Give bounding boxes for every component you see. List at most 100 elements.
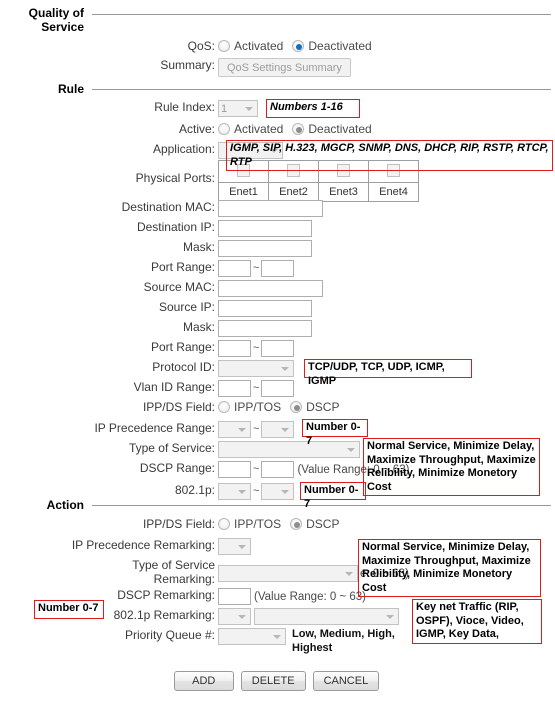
active-activated-radio[interactable]: Activated bbox=[218, 122, 283, 136]
dscp-remarking-input[interactable] bbox=[218, 588, 251, 605]
destination-ip-input[interactable] bbox=[218, 220, 312, 237]
dscp-remarking-label: DSCP Remarking: bbox=[117, 588, 215, 602]
physical-ports-label: Physical Ports: bbox=[135, 171, 215, 185]
dot1p-remarking-label: 802.1p Remarking: bbox=[113, 608, 215, 622]
dscp-from-input[interactable] bbox=[218, 461, 251, 478]
dot1p-remarking-number-select[interactable] bbox=[218, 608, 251, 625]
add-button[interactable]: ADD bbox=[173, 671, 234, 691]
source-mask-input[interactable] bbox=[218, 320, 312, 337]
section-header-action: Action bbox=[0, 498, 553, 512]
annotation-dot1p-remarking-traffic: Key net Traffic (RIP, OSPF), Vioce, Vide… bbox=[412, 599, 542, 644]
annotation-dot1p: Number 0-7 bbox=[300, 482, 366, 510]
vlan-id-to-input[interactable] bbox=[261, 380, 295, 397]
delete-button[interactable]: DELETE bbox=[240, 671, 306, 691]
annotation-protocol-id: TCP/UDP, TCP, UDP, ICMP, IGMP bbox=[304, 359, 472, 387]
dot1p-remarking-select[interactable] bbox=[254, 608, 399, 625]
rule-dscp-radio[interactable]: DSCP bbox=[290, 400, 339, 414]
section-divider bbox=[92, 14, 551, 15]
action-ipp-tos-label: IPP/TOS bbox=[234, 517, 282, 531]
type-of-service-remarking-select[interactable] bbox=[218, 565, 358, 582]
section-title-quality-of-service: Quality of Service bbox=[28, 6, 84, 34]
qos-activated-radio[interactable]: Activated bbox=[218, 39, 283, 53]
destination-mac-input[interactable] bbox=[218, 200, 323, 217]
range-separator: ~ bbox=[253, 382, 260, 394]
ip-precedence-to-select[interactable] bbox=[261, 421, 295, 438]
range-separator: ~ bbox=[253, 463, 260, 475]
annotation-ip-precedence-range: Number 0-7 bbox=[302, 419, 368, 447]
destination-mac-label: Destination MAC: bbox=[121, 200, 215, 214]
chevron-down-icon bbox=[345, 571, 353, 576]
protocol-id-select[interactable] bbox=[218, 360, 294, 377]
row-destination-port-range: Port Range: ~ bbox=[0, 260, 553, 277]
radio-circle-selected-icon bbox=[290, 518, 303, 530]
qos-deactivated-radio[interactable]: Deactivated bbox=[292, 39, 372, 53]
action-ipp-ds-field-label: IPP/DS Field: bbox=[142, 517, 215, 531]
destination-mask-input[interactable] bbox=[218, 240, 312, 257]
source-ip-label: Source IP: bbox=[158, 300, 215, 314]
annotation-dot1p-remarking-number: Number 0-7 bbox=[34, 600, 104, 619]
rule-ipp-tos-label: IPP/TOS bbox=[234, 400, 282, 414]
radio-circle-selected-icon bbox=[290, 401, 303, 413]
qos-settings-summary-button[interactable]: QoS Settings Summary bbox=[218, 58, 351, 77]
radio-circle-selected-icon bbox=[292, 40, 305, 52]
type-of-service-select[interactable] bbox=[218, 441, 360, 458]
active-label: Active: bbox=[178, 122, 215, 136]
form-action-buttons: ADD DELETE CANCEL bbox=[0, 671, 553, 691]
qos-label: QoS: bbox=[187, 39, 215, 53]
source-ip-input[interactable] bbox=[218, 300, 312, 317]
priority-queue-label: Priority Queue #: bbox=[124, 628, 215, 642]
chevron-down-icon bbox=[281, 489, 290, 494]
row-source-mask: Mask: bbox=[0, 320, 553, 337]
destination-port-range-label: Port Range: bbox=[150, 260, 215, 274]
physical-port-label-cell: Enet4 bbox=[368, 182, 419, 202]
rule-ipp-tos-radio[interactable]: IPP/TOS bbox=[218, 400, 281, 414]
ip-precedence-from-select[interactable] bbox=[218, 421, 251, 438]
action-dscp-radio[interactable]: DSCP bbox=[290, 517, 339, 531]
section-divider bbox=[92, 89, 551, 90]
radio-circle-icon bbox=[218, 518, 230, 530]
chevron-down-icon bbox=[245, 106, 253, 111]
rule-index-value: 1 bbox=[221, 102, 228, 115]
destination-mask-label: Mask: bbox=[182, 240, 215, 254]
action-ipp-tos-radio[interactable]: IPP/TOS bbox=[218, 517, 281, 531]
ip-precedence-range-label: IP Precedence Range: bbox=[94, 421, 215, 435]
dscp-remarking-value-range-hint: (Value Range: 0 ~ 63) bbox=[254, 590, 366, 603]
qos-deactivated-label: Deactivated bbox=[308, 39, 372, 53]
source-port-from-input[interactable] bbox=[218, 340, 251, 357]
section-title-rule: Rule bbox=[57, 82, 84, 96]
chevron-down-icon bbox=[386, 614, 394, 619]
radio-circle-icon bbox=[218, 123, 230, 135]
chevron-down-icon bbox=[238, 427, 246, 432]
chevron-down-icon bbox=[273, 634, 281, 639]
row-vlan-id-range: Vlan ID Range: ~ bbox=[0, 380, 553, 397]
chevron-down-icon bbox=[238, 614, 246, 619]
range-separator: ~ bbox=[253, 342, 260, 354]
source-port-to-input[interactable] bbox=[261, 340, 295, 357]
vlan-id-from-input[interactable] bbox=[218, 380, 251, 397]
active-deactivated-radio[interactable]: Deactivated bbox=[292, 122, 372, 136]
destination-ip-label: Destination IP: bbox=[136, 220, 215, 234]
dscp-to-input[interactable] bbox=[261, 461, 295, 478]
application-label: Application: bbox=[152, 142, 215, 156]
priority-queue-select[interactable] bbox=[218, 628, 286, 645]
row-summary: Summary: QoS Settings Summary bbox=[0, 58, 553, 77]
row-destination-ip: Destination IP: bbox=[0, 220, 553, 237]
row-active: Active: Activated Deactivated bbox=[0, 122, 553, 137]
chevron-down-icon bbox=[281, 366, 289, 371]
row-ip-precedence-range: IP Precedence Range: ~ bbox=[0, 421, 553, 438]
type-of-service-label: Type of Service: bbox=[128, 441, 215, 455]
chevron-down-icon bbox=[238, 489, 246, 494]
rule-index-label: Rule Index: bbox=[154, 100, 215, 114]
ip-precedence-remarking-select[interactable] bbox=[218, 538, 251, 555]
rule-index-select[interactable]: 1 bbox=[218, 100, 258, 117]
destination-port-to-input[interactable] bbox=[261, 260, 295, 277]
dot1p-label: 802.1p: bbox=[174, 483, 215, 497]
row-source-ip: Source IP: bbox=[0, 300, 553, 317]
chevron-down-icon bbox=[281, 427, 290, 432]
physical-ports-label-row: Enet1 Enet2 Enet3 Enet4 bbox=[218, 182, 419, 202]
annotation-type-of-service: Normal Service, Minimize Delay, Maximize… bbox=[363, 438, 540, 496]
source-mac-input[interactable] bbox=[218, 280, 323, 297]
cancel-button[interactable]: CANCEL bbox=[312, 671, 380, 691]
physical-port-label-cell: Enet3 bbox=[318, 182, 369, 202]
destination-port-from-input[interactable] bbox=[218, 260, 251, 277]
